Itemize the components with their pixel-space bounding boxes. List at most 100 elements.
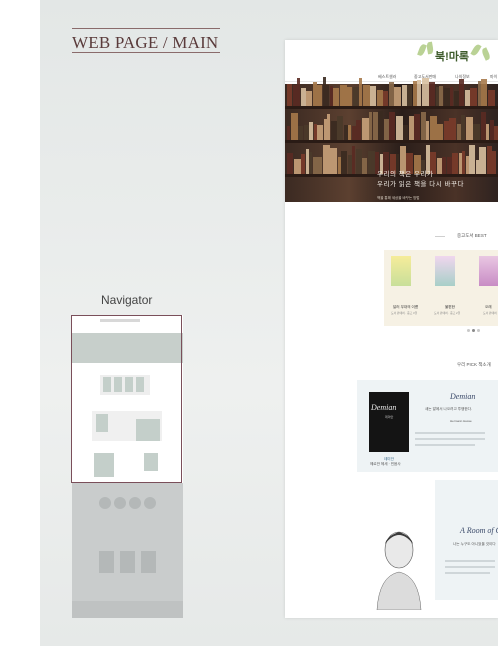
menu-item-my[interactable]: 마이 — [490, 74, 497, 80]
room-body-line — [445, 566, 495, 568]
book-spine — [436, 158, 442, 174]
heading-rule-bottom — [72, 52, 220, 53]
book-spine — [378, 111, 383, 140]
book-spine — [337, 116, 343, 140]
book-spine — [309, 122, 313, 140]
demian-cover-sub: 데미안 — [385, 415, 394, 419]
book-spine — [480, 112, 486, 140]
book-spine — [383, 119, 389, 140]
book-spine — [372, 112, 378, 140]
book-spine — [408, 116, 414, 140]
book-spine — [449, 118, 456, 140]
book-spine — [341, 151, 347, 174]
book-spine — [417, 80, 421, 106]
book-spine — [437, 124, 443, 140]
book-spine — [489, 120, 494, 140]
book-spine — [453, 91, 459, 106]
leaf-icon — [417, 43, 427, 57]
book-spine — [395, 116, 403, 140]
pick-body-line — [415, 444, 475, 446]
book-spine — [459, 79, 464, 106]
room-script-title: A Room of O — [460, 526, 498, 535]
room-card[interactable] — [435, 480, 498, 600]
book-spine — [352, 87, 359, 106]
book-spine — [376, 90, 383, 106]
site-logo[interactable]: 북!마록 — [435, 48, 469, 64]
book-title: 불편한 — [445, 305, 455, 309]
book-spine — [492, 151, 496, 174]
book-meta: 도서 판매처 · 중고 2권 — [434, 311, 461, 315]
pick-section-title: 우리 PICK 책소개 — [457, 362, 491, 367]
book-spine — [494, 126, 498, 140]
book-spine — [303, 125, 309, 140]
book-spine — [443, 121, 449, 140]
pick-quote: 새는 알에서 나오려고 투쟁한다. — [425, 407, 472, 411]
hero-caption: 책을 통해 세상을 바꾸는 방법 — [377, 196, 420, 200]
book-meta: 도서 판매처 — [483, 311, 497, 315]
pick-body-line — [415, 432, 485, 434]
book-spine — [429, 82, 435, 106]
book-spine — [464, 90, 470, 106]
demian-cover[interactable] — [369, 392, 409, 452]
book-spine — [479, 147, 486, 174]
book-spine — [470, 88, 477, 106]
portrait-image — [376, 531, 422, 610]
leaf-icon — [426, 41, 434, 55]
book-spine — [439, 86, 443, 106]
book-spine — [465, 117, 473, 140]
book-spine — [356, 120, 361, 140]
book-spine — [461, 115, 465, 140]
book-spine — [487, 90, 495, 106]
nav-circle-4 — [144, 497, 156, 509]
book-spine — [361, 118, 369, 140]
book-spine — [456, 124, 461, 140]
carousel-dot-active[interactable] — [472, 329, 475, 332]
navigator-label: Navigator — [101, 293, 153, 307]
book-spine — [473, 124, 480, 140]
book-spine — [420, 112, 426, 140]
book-spine — [330, 148, 337, 174]
book-spine — [347, 155, 352, 174]
book-spine — [446, 157, 452, 174]
leaf-icon — [470, 43, 482, 57]
carousel-dot[interactable] — [477, 329, 480, 332]
book-spine — [339, 85, 347, 106]
book-spine — [389, 112, 395, 140]
book-cover[interactable] — [435, 256, 455, 286]
book-spine — [298, 126, 303, 140]
best-section-title: 중고도서 BEST — [457, 233, 487, 238]
book-spine — [333, 88, 339, 106]
book-meta: 도서 판매처 · 중고 3권 — [391, 311, 418, 315]
book-cover[interactable] — [391, 256, 411, 286]
pick-script-title: Demian — [450, 392, 476, 401]
book-spine — [388, 82, 394, 106]
pick-author: Hermann Hesse — [450, 419, 472, 423]
book-spine — [312, 82, 317, 106]
nav-footer — [72, 601, 183, 618]
room-body-line — [445, 572, 490, 574]
room-quote: 나는 누구도 아니었을 것이다 — [453, 542, 496, 546]
nav-circle-2 — [114, 497, 126, 509]
book-spine — [407, 85, 412, 106]
book-spine — [367, 151, 375, 174]
navigator-viewport-frame[interactable] — [71, 315, 182, 483]
book-spine — [481, 79, 487, 106]
book-spine — [301, 154, 305, 174]
nav-circle-1 — [99, 497, 111, 509]
menu-item-bestseller[interactable]: 베스트셀러 — [378, 74, 396, 80]
book-spine — [486, 146, 492, 174]
book-spine — [421, 78, 429, 106]
nav-card-2 — [120, 551, 135, 573]
heading-rule-top — [72, 28, 220, 29]
book-spine — [443, 88, 450, 106]
book-spine — [347, 87, 352, 106]
book-spine — [469, 145, 475, 174]
nav-card-1 — [99, 551, 114, 573]
book-spine — [343, 125, 348, 140]
book-spine — [452, 153, 458, 174]
book-spine — [292, 85, 297, 106]
book-cover[interactable] — [479, 256, 498, 286]
book-spine — [317, 157, 322, 174]
carousel-dot[interactable] — [467, 329, 470, 332]
book-spine — [403, 125, 408, 140]
